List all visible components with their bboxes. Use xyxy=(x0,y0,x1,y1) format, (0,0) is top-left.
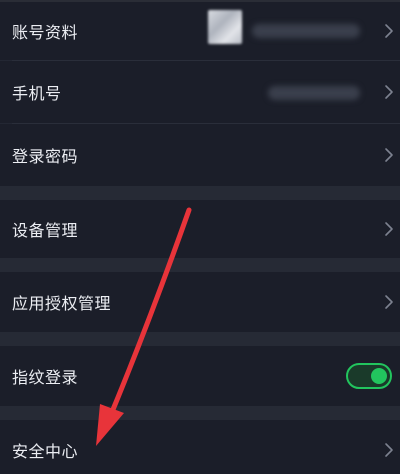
settings-row-phone[interactable]: 手机号 xyxy=(0,61,400,123)
section-gap xyxy=(0,332,400,346)
chevron-right-icon xyxy=(385,443,393,458)
avatar xyxy=(208,10,242,44)
masked-account-name xyxy=(252,24,360,38)
settings-row-label: 手机号 xyxy=(12,84,62,103)
section-gap xyxy=(0,258,400,272)
settings-row-label: 指纹登录 xyxy=(12,368,79,387)
chevron-right-icon xyxy=(385,295,393,309)
chevron-right-icon xyxy=(385,85,393,99)
settings-row-label: 登录密码 xyxy=(12,147,79,166)
settings-row-app-authorization[interactable]: 应用授权管理 xyxy=(0,272,400,332)
settings-row-label: 账号资料 xyxy=(12,23,79,42)
settings-row-label: 安全中心 xyxy=(12,442,79,462)
chevron-right-icon xyxy=(385,148,393,162)
settings-row-fingerprint-login: 指纹登录 xyxy=(0,346,400,406)
masked-phone-number xyxy=(268,86,360,100)
settings-row-device-management[interactable]: 设备管理 xyxy=(0,200,400,258)
section-gap xyxy=(0,406,400,420)
settings-row-account-profile[interactable]: 账号资料 xyxy=(0,2,400,60)
settings-row-login-password[interactable]: 登录密码 xyxy=(0,124,400,186)
chevron-right-icon xyxy=(385,24,393,38)
settings-row-label: 设备管理 xyxy=(12,221,79,240)
fingerprint-login-toggle[interactable] xyxy=(346,363,392,389)
section-gap xyxy=(0,186,400,200)
settings-row-security-center[interactable]: 安全中心 xyxy=(0,420,400,474)
chevron-right-icon xyxy=(385,222,393,236)
settings-row-label: 应用授权管理 xyxy=(12,294,112,313)
toggle-knob xyxy=(371,368,387,384)
